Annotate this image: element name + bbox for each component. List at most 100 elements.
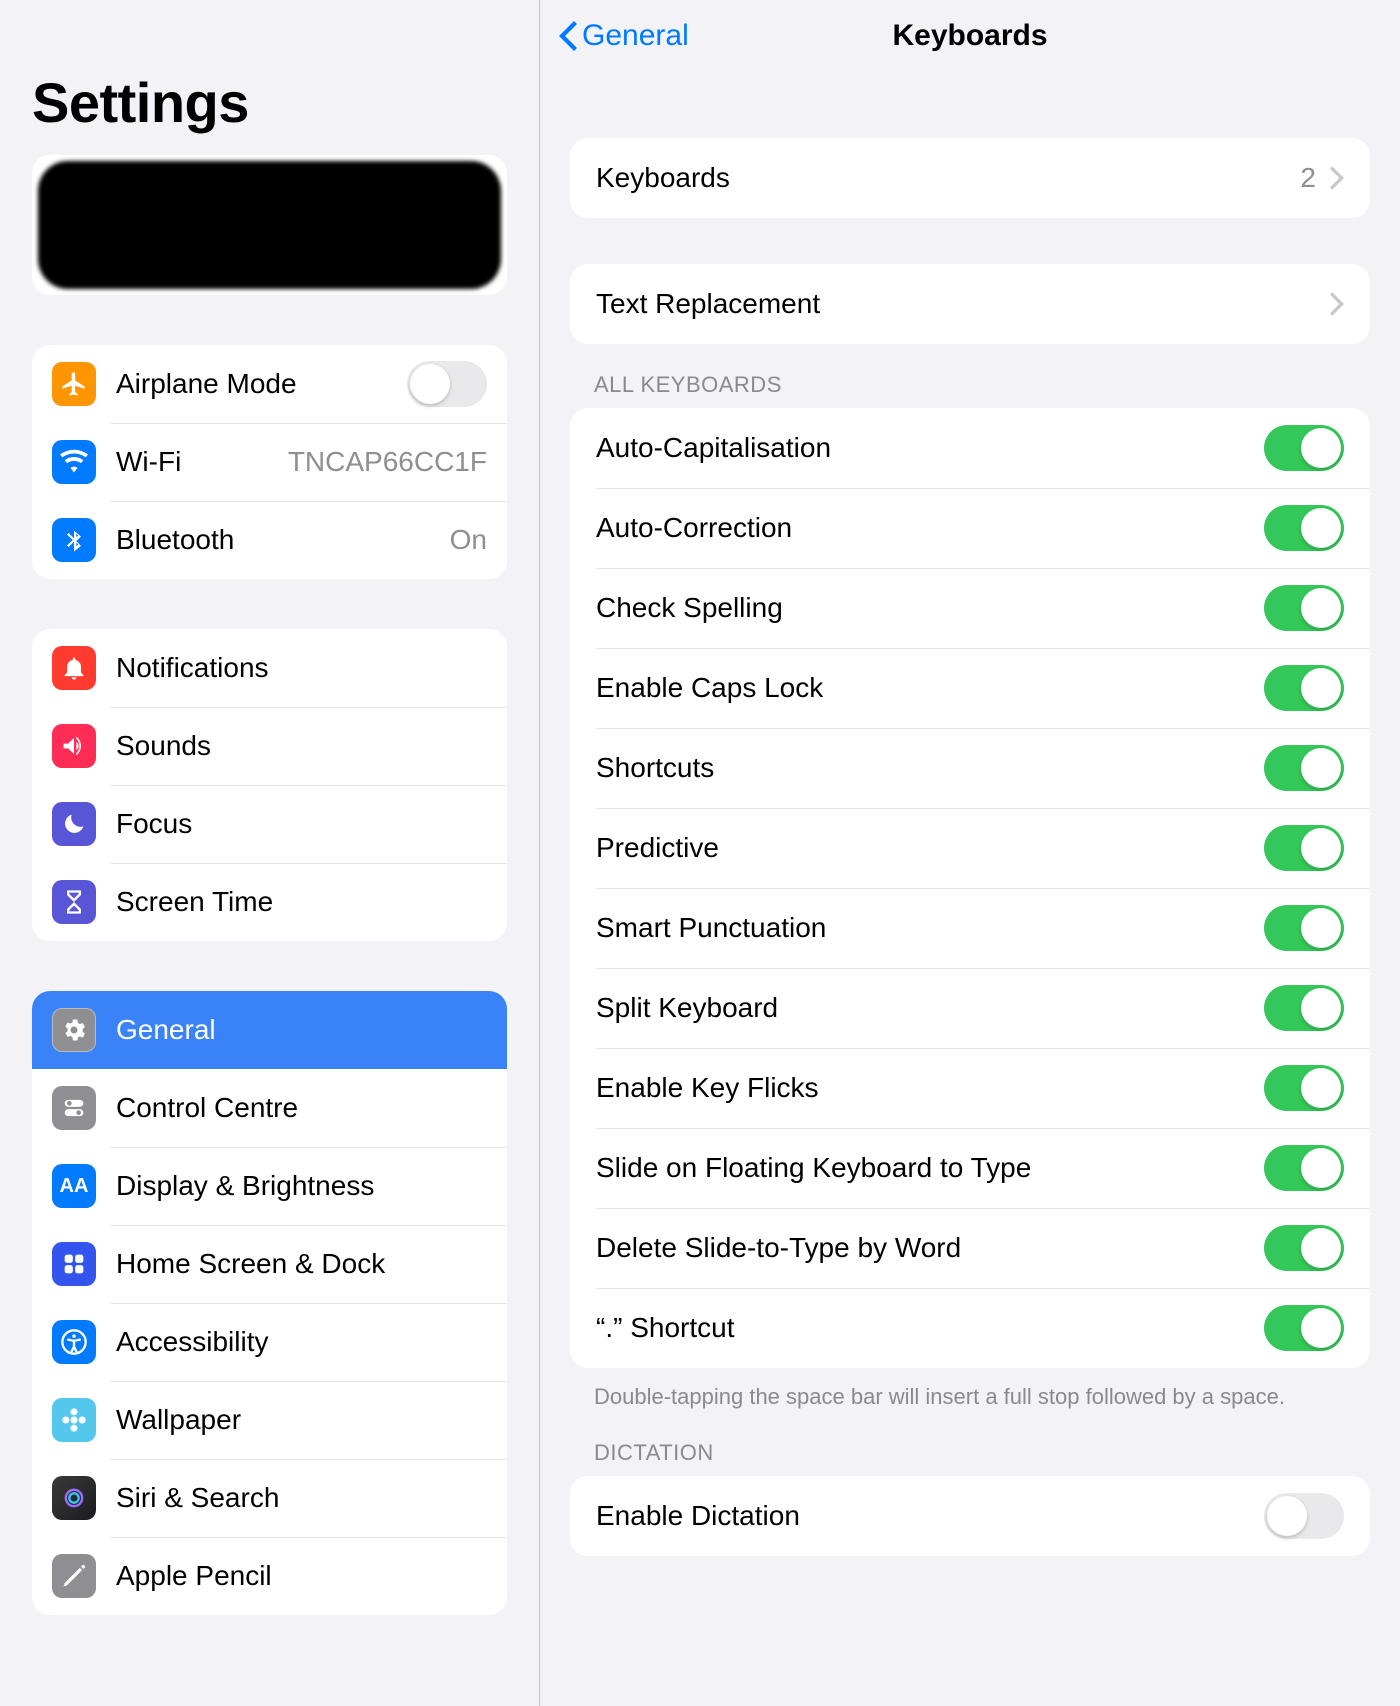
dotshortcut-switch[interactable] xyxy=(1264,1305,1344,1351)
sidebar-item-siri[interactable]: Siri & Search xyxy=(32,1459,507,1537)
enable-dictation-switch[interactable] xyxy=(1264,1493,1344,1539)
bluetooth-label: Bluetooth xyxy=(116,524,450,556)
slidefloat-switch[interactable] xyxy=(1264,1145,1344,1191)
deleteslide-row: Delete Slide-to-Type by Word xyxy=(570,1208,1370,1288)
sidebar-item-airplane[interactable]: Airplane Mode xyxy=(32,345,507,423)
shortcuts-label: Shortcuts xyxy=(596,752,1264,784)
predictive-label: Predictive xyxy=(596,832,1264,864)
pencil-icon xyxy=(52,1554,96,1598)
smartpunc-row: Smart Punctuation xyxy=(570,888,1370,968)
capslock-label: Enable Caps Lock xyxy=(596,672,1264,704)
detail-pane: General Keyboards Keyboards 2 Text Repla… xyxy=(540,0,1400,1706)
system-group: General Control Centre AA Display & Brig… xyxy=(32,991,507,1615)
predictive-switch[interactable] xyxy=(1264,825,1344,871)
capslock-switch[interactable] xyxy=(1264,665,1344,711)
sidebar-item-bluetooth[interactable]: Bluetooth On xyxy=(32,501,507,579)
text-replacement-label: Text Replacement xyxy=(596,288,1330,320)
siri-icon xyxy=(52,1476,96,1520)
grid-icon xyxy=(52,1242,96,1286)
keyboards-label: Keyboards xyxy=(596,162,1300,194)
dictation-group: Enable Dictation xyxy=(570,1476,1370,1556)
slidefloat-row: Slide on Floating Keyboard to Type xyxy=(570,1128,1370,1208)
sidebar-item-applepencil[interactable]: Apple Pencil xyxy=(32,1537,507,1615)
dotshortcut-row: “.” Shortcut xyxy=(570,1288,1370,1368)
homescreen-label: Home Screen & Dock xyxy=(116,1248,487,1280)
general-label: General xyxy=(116,1014,487,1046)
capslock-row: Enable Caps Lock xyxy=(570,648,1370,728)
spell-label: Check Spelling xyxy=(596,592,1264,624)
split-switch[interactable] xyxy=(1264,985,1344,1031)
display-label: Display & Brightness xyxy=(116,1170,487,1202)
page-title: Keyboards xyxy=(892,19,1047,53)
back-button[interactable]: General xyxy=(558,19,689,53)
sounds-label: Sounds xyxy=(116,730,487,762)
sidebar-item-accessibility[interactable]: Accessibility xyxy=(32,1303,507,1381)
bluetooth-value: On xyxy=(450,524,487,556)
speaker-icon xyxy=(52,724,96,768)
sidebar-item-homescreen[interactable]: Home Screen & Dock xyxy=(32,1225,507,1303)
autocorr-label: Auto-Correction xyxy=(596,512,1264,544)
dotshortcut-label: “.” Shortcut xyxy=(596,1312,1264,1344)
enable-dictation-label: Enable Dictation xyxy=(596,1500,1264,1532)
chevron-right-icon xyxy=(1330,166,1344,190)
nav-bar: General Keyboards xyxy=(540,0,1400,72)
moon-icon xyxy=(52,802,96,846)
sidebar-item-display[interactable]: AA Display & Brightness xyxy=(32,1147,507,1225)
split-row: Split Keyboard xyxy=(570,968,1370,1048)
screentime-label: Screen Time xyxy=(116,886,487,918)
sidebar-item-focus[interactable]: Focus xyxy=(32,785,507,863)
applepencil-label: Apple Pencil xyxy=(116,1560,487,1592)
profile-redacted xyxy=(38,161,501,289)
keyboards-row[interactable]: Keyboards 2 xyxy=(570,138,1370,218)
sidebar-item-controlcentre[interactable]: Control Centre xyxy=(32,1069,507,1147)
shortcuts-switch[interactable] xyxy=(1264,745,1344,791)
siri-label: Siri & Search xyxy=(116,1482,487,1514)
bell-icon xyxy=(52,646,96,690)
back-label: General xyxy=(582,19,689,53)
sidebar-item-wifi[interactable]: Wi-Fi TNCAP66CC1F xyxy=(32,423,507,501)
keyboards-group: Keyboards 2 xyxy=(570,138,1370,218)
switches-icon xyxy=(52,1086,96,1130)
deleteslide-label: Delete Slide-to-Type by Word xyxy=(596,1232,1264,1264)
controlcentre-label: Control Centre xyxy=(116,1092,487,1124)
sidebar-item-sounds[interactable]: Sounds xyxy=(32,707,507,785)
settings-sidebar: Settings Airplane Mode Wi-Fi TNCAP66CC1F… xyxy=(0,0,540,1706)
spell-switch[interactable] xyxy=(1264,585,1344,631)
keyflicks-label: Enable Key Flicks xyxy=(596,1072,1264,1104)
deleteslide-switch[interactable] xyxy=(1264,1225,1344,1271)
text-replacement-row[interactable]: Text Replacement xyxy=(570,264,1370,344)
predictive-row: Predictive xyxy=(570,808,1370,888)
sidebar-item-screentime[interactable]: Screen Time xyxy=(32,863,507,941)
profile-card[interactable] xyxy=(32,155,507,295)
keyflicks-switch[interactable] xyxy=(1264,1065,1344,1111)
sidebar-item-notifications[interactable]: Notifications xyxy=(32,629,507,707)
chevron-left-icon xyxy=(558,21,578,51)
wallpaper-label: Wallpaper xyxy=(116,1404,487,1436)
dictation-header: DICTATION xyxy=(594,1440,1370,1466)
sidebar-item-general[interactable]: General xyxy=(32,991,507,1069)
smartpunc-switch[interactable] xyxy=(1264,905,1344,951)
connectivity-group: Airplane Mode Wi-Fi TNCAP66CC1F Bluetoot… xyxy=(32,345,507,579)
notifications-label: Notifications xyxy=(116,652,487,684)
autocorr-row: Auto-Correction xyxy=(570,488,1370,568)
settings-title: Settings xyxy=(32,70,507,135)
autocap-switch[interactable] xyxy=(1264,425,1344,471)
dot-shortcut-footer: Double-tapping the space bar will insert… xyxy=(594,1382,1346,1412)
sidebar-item-wallpaper[interactable]: Wallpaper xyxy=(32,1381,507,1459)
airplane-icon xyxy=(52,362,96,406)
shortcuts-row: Shortcuts xyxy=(570,728,1370,808)
split-label: Split Keyboard xyxy=(596,992,1264,1024)
wifi-icon xyxy=(52,440,96,484)
autocap-label: Auto-Capitalisation xyxy=(596,432,1264,464)
smartpunc-label: Smart Punctuation xyxy=(596,912,1264,944)
bluetooth-icon xyxy=(52,518,96,562)
alerts-group: Notifications Sounds Focus Screen Time xyxy=(32,629,507,941)
slidefloat-label: Slide on Floating Keyboard to Type xyxy=(596,1152,1264,1184)
autocorr-switch[interactable] xyxy=(1264,505,1344,551)
all-keyboards-header: ALL KEYBOARDS xyxy=(594,372,1370,398)
gear-icon xyxy=(52,1008,96,1052)
focus-label: Focus xyxy=(116,808,487,840)
airplane-label: Airplane Mode xyxy=(116,368,407,400)
airplane-switch[interactable] xyxy=(407,361,487,407)
hourglass-icon xyxy=(52,880,96,924)
